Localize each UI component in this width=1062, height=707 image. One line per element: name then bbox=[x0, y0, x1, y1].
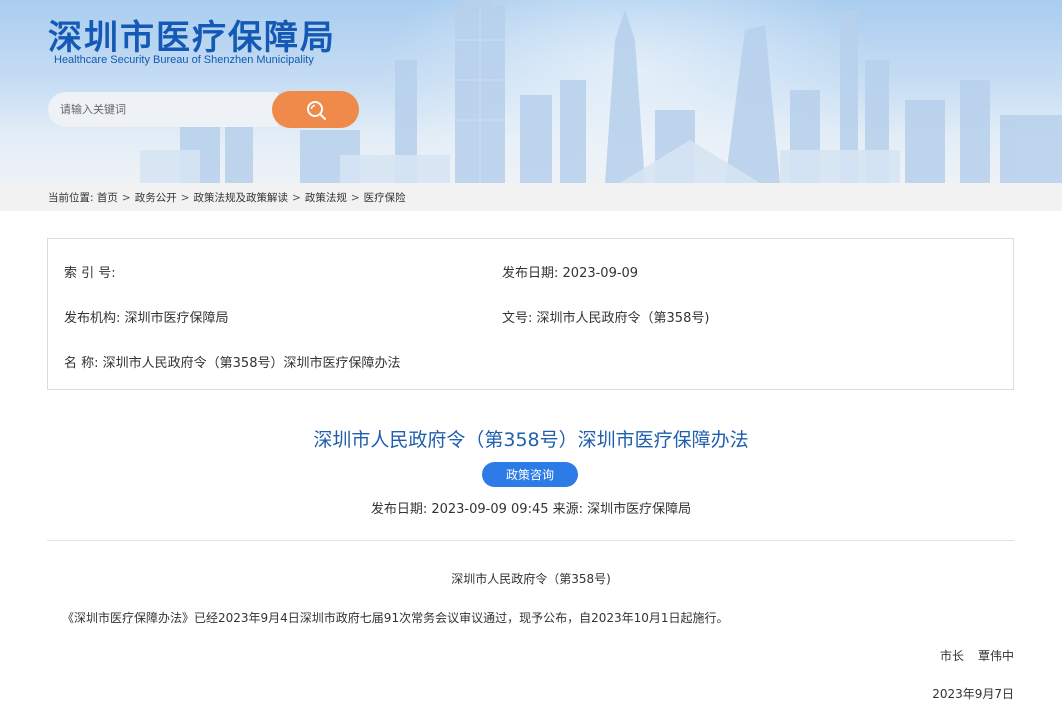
index-number: 索 引 号: bbox=[64, 262, 116, 281]
signer-name: 覃伟中 bbox=[977, 649, 1014, 663]
document-number-label: 文号: bbox=[502, 311, 533, 326]
article-date-label: 发布日期: bbox=[370, 502, 428, 517]
site-subtitle: Healthcare Security Bureau of Shenzhen M… bbox=[54, 54, 314, 66]
article-meta: 发布日期: 2023-09-09 09:45 来源: 深圳市医疗保障局 bbox=[0, 498, 1062, 517]
index-number-label: 索 引 号: bbox=[64, 266, 116, 281]
article-date-value: 2023-09-09 09:45 bbox=[431, 502, 549, 517]
site-title: 深圳市医疗保障局 bbox=[48, 18, 336, 58]
breadcrumb-separator: > bbox=[180, 192, 190, 204]
divider bbox=[47, 540, 1014, 541]
decree-heading: 深圳市人民政府令（第358号) bbox=[451, 572, 611, 586]
publishing-agency: 发布机构: 深圳市医疗保障局 bbox=[64, 307, 229, 326]
document-name-label: 名 称: bbox=[64, 356, 99, 371]
breadcrumb: 当前位置: 首页 > 政务公开 > 政策法规及政策解读 > 政策法规 > 医疗保险 bbox=[48, 190, 406, 205]
decree-paragraph: 《深圳市医疗保障办法》已经2023年9月4日深圳市政府七届91次常务会议审议通过… bbox=[62, 611, 729, 625]
document-name: 名 称: 深圳市人民政府令（第358号）深圳市医疗保障办法 bbox=[64, 352, 400, 371]
breadcrumb-gov-affairs[interactable]: 政务公开 bbox=[135, 192, 177, 204]
signature-date: 2023年9月7日 bbox=[932, 687, 1014, 701]
publish-date-label: 发布日期: bbox=[502, 266, 559, 281]
breadcrumb-separator: > bbox=[292, 192, 301, 204]
search-icon bbox=[306, 100, 326, 120]
publishing-agency-label: 发布机构: bbox=[64, 311, 121, 326]
article-title: 深圳市人民政府令（第358号）深圳市医疗保障办法 bbox=[313, 429, 749, 451]
signer: 市长 覃伟中 bbox=[940, 647, 1014, 664]
search-input[interactable] bbox=[48, 92, 278, 127]
signer-title: 市长 bbox=[939, 649, 964, 663]
document-number: 文号: 深圳市人民政府令（第358号) bbox=[502, 307, 709, 326]
document-name-value: 深圳市人民政府令（第358号）深圳市医疗保障办法 bbox=[102, 356, 401, 371]
breadcrumb-separator: > bbox=[121, 192, 131, 204]
publishing-agency-value: 深圳市医疗保障局 bbox=[124, 311, 229, 326]
breadcrumb-medical-insurance[interactable]: 医疗保险 bbox=[364, 192, 406, 204]
article-source-label: 来源: bbox=[552, 502, 584, 517]
document-number-value: 深圳市人民政府令（第358号) bbox=[536, 311, 710, 326]
publish-date: 发布日期: 2023-09-09 bbox=[502, 262, 638, 281]
publish-date-value: 2023-09-09 bbox=[562, 266, 639, 281]
breadcrumb-policy-interpretation[interactable]: 政策法规及政策解读 bbox=[194, 192, 289, 204]
article-source-value: 深圳市医疗保障局 bbox=[587, 502, 692, 517]
search-button[interactable] bbox=[272, 91, 359, 128]
policy-consult-button[interactable]: 政策咨询 bbox=[482, 462, 578, 487]
breadcrumb-home[interactable]: 首页 bbox=[97, 192, 118, 204]
breadcrumb-prefix: 当前位置: bbox=[48, 192, 94, 204]
breadcrumb-separator: > bbox=[350, 192, 360, 204]
breadcrumb-policy-regulations[interactable]: 政策法规 bbox=[305, 192, 347, 204]
